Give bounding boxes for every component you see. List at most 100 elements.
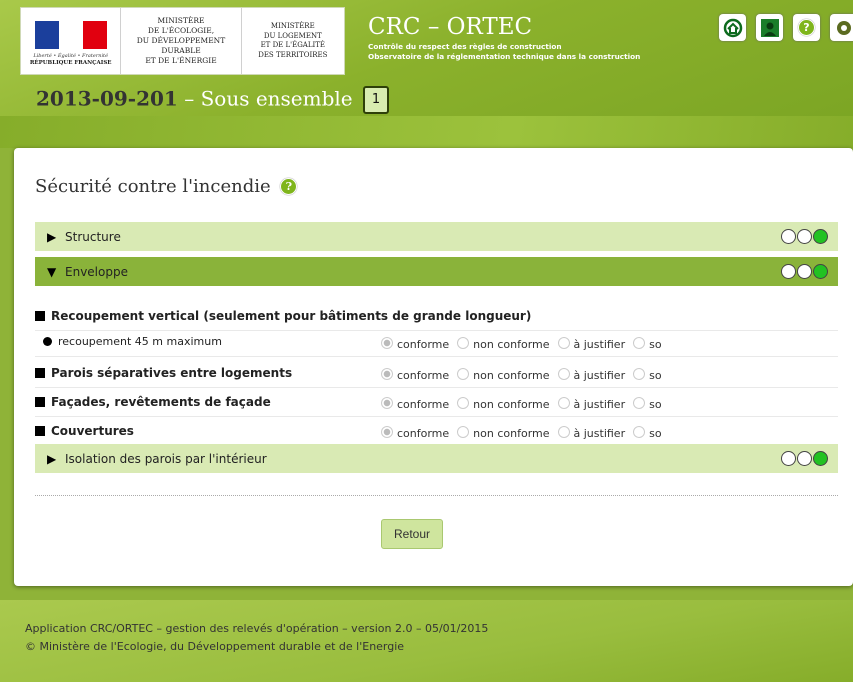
radio-button[interactable] [457, 368, 470, 380]
question-row: Recoupement vertical (seulement pour bât… [35, 303, 838, 331]
status-light [813, 451, 828, 466]
radio-button[interactable] [557, 426, 570, 438]
radio-option[interactable]: so [633, 397, 662, 411]
accordion-label: Isolation des parois par l'intérieur [65, 451, 267, 466]
bullet-square-icon [35, 397, 45, 407]
radio-button[interactable] [381, 397, 393, 409]
radio-option[interactable]: conforme [381, 426, 449, 440]
settings-icon [836, 20, 851, 35]
radio-label: non conforme [473, 338, 550, 351]
radio-button[interactable] [457, 337, 470, 349]
radio-option[interactable]: conforme [381, 337, 449, 351]
operation-code: 2013-09-201 [36, 86, 178, 111]
status-lights [780, 229, 828, 244]
marianne-icon [34, 20, 107, 49]
bullet-square-icon [35, 368, 45, 378]
section-title-text: Sécurité contre l'incendie [35, 176, 271, 197]
question-row: Façades, revêtements de façade conforme no… [35, 389, 838, 417]
radio-label: so [649, 398, 662, 411]
radio-button[interactable] [633, 397, 646, 409]
radio-option[interactable]: non conforme [457, 337, 550, 351]
radio-label: à justifier [573, 369, 626, 382]
footer: Application CRC/ORTEC – gestion des rele… [0, 600, 853, 682]
radio-label: à justifier [573, 338, 626, 351]
radio-group: conforme non conforme à justifier so [381, 397, 670, 411]
radio-button[interactable] [457, 426, 470, 438]
app-subtitle-1: Contrôle du respect des règles de constr… [368, 42, 562, 51]
help-icon: ? [798, 19, 815, 36]
ministry2-line: DU LOGEMENT [263, 31, 322, 40]
status-light [781, 229, 796, 244]
ministry2-line: ET DE L'ÉGALITÉ [260, 41, 326, 49]
breadcrumb-label: Sous ensemble [200, 86, 353, 111]
radio-option[interactable]: so [633, 368, 662, 382]
radio-option[interactable]: conforme [381, 368, 449, 382]
status-light [797, 229, 812, 244]
ministry1-line: ET DE L'ÉNERGIE [145, 56, 217, 65]
status-light [781, 451, 796, 466]
breadcrumb-separator: – [184, 86, 195, 111]
ministry1-line: MINISTÈRE [157, 16, 205, 25]
radio-group: conforme non conforme à justifier so [381, 426, 670, 440]
ministry-logos: Liberté • Égalité • Fraternité RÉPUBLIQU… [20, 7, 345, 75]
home-icon [723, 18, 742, 37]
home-button[interactable] [719, 14, 746, 41]
radio-label: à justifier [573, 427, 626, 440]
accordion-structure[interactable]: ▶ Structure [35, 222, 838, 252]
radio-option[interactable]: à justifier [557, 337, 626, 351]
radio-button[interactable] [381, 337, 393, 349]
header-stripe [0, 116, 853, 148]
radio-option[interactable]: non conforme [457, 426, 550, 440]
radio-label: conforme [397, 427, 450, 440]
radio-button[interactable] [557, 397, 570, 409]
question-label: Façades, revêtements de façade [35, 395, 271, 409]
question-text: Couvertures [51, 424, 134, 438]
content-card: Sécurité contre l'incendie ? ▶ Structure… [14, 148, 853, 586]
radio-button[interactable] [557, 337, 570, 349]
radio-button[interactable] [381, 426, 393, 438]
radio-label: so [649, 369, 662, 382]
radio-option[interactable]: non conforme [457, 368, 550, 382]
question-label: recoupement 45 m maximum [43, 335, 222, 348]
bullet-dot-icon [43, 337, 52, 346]
retour-button[interactable]: Retour [381, 519, 443, 549]
radio-option[interactable]: so [633, 426, 662, 440]
radio-option[interactable]: conforme [381, 397, 449, 411]
radio-button[interactable] [633, 426, 646, 438]
question-row: Parois séparatives entre logements confor… [35, 360, 838, 388]
question-text: Recoupement vertical (seulement pour bât… [51, 309, 532, 323]
radio-option[interactable]: non conforme [457, 397, 550, 411]
footer-line-2: © Ministère de l'Ecologie, du Développem… [25, 640, 405, 653]
accordion-enveloppe[interactable]: ▼ Enveloppe [35, 257, 838, 287]
accordion-isolation[interactable]: ▶ Isolation des parois par l'intérieur [35, 444, 838, 474]
footer-line-1: Application CRC/ORTEC – gestion des rele… [25, 622, 489, 635]
radio-button[interactable] [457, 397, 470, 409]
section-title: Sécurité contre l'incendie ? [35, 176, 298, 197]
ministry1-line: DU DÉVELOPPEMENT [136, 36, 226, 45]
help-icon[interactable]: ? [280, 178, 298, 195]
collapse-arrow-icon: ▼ [47, 264, 57, 279]
status-light [781, 264, 796, 279]
question-row: Couvertures conforme non conforme à justifi… [35, 418, 838, 446]
ministry1-line: DURABLE [161, 46, 201, 55]
radio-button[interactable] [633, 337, 646, 349]
settings-button[interactable] [830, 14, 853, 41]
radio-option[interactable]: à justifier [557, 426, 626, 440]
question-label: Couvertures [35, 424, 134, 438]
status-lights [780, 264, 828, 279]
status-light [797, 264, 812, 279]
radio-button[interactable] [557, 368, 570, 380]
help-button[interactable]: ? [793, 14, 820, 41]
question-row: recoupement 45 m maximum conforme non conf… [35, 329, 838, 357]
radio-option[interactable]: so [633, 337, 662, 351]
sous-ensemble-number[interactable]: 1 [363, 86, 389, 114]
accordion-label: Structure [65, 229, 121, 244]
radio-label: non conforme [473, 427, 550, 440]
radio-option[interactable]: à justifier [557, 368, 626, 382]
radio-button[interactable] [381, 368, 393, 380]
user-button[interactable] [756, 14, 783, 41]
radio-button[interactable] [633, 368, 646, 380]
radio-option[interactable]: à justifier [557, 397, 625, 411]
radio-label: non conforme [473, 398, 550, 411]
status-light [813, 264, 828, 279]
